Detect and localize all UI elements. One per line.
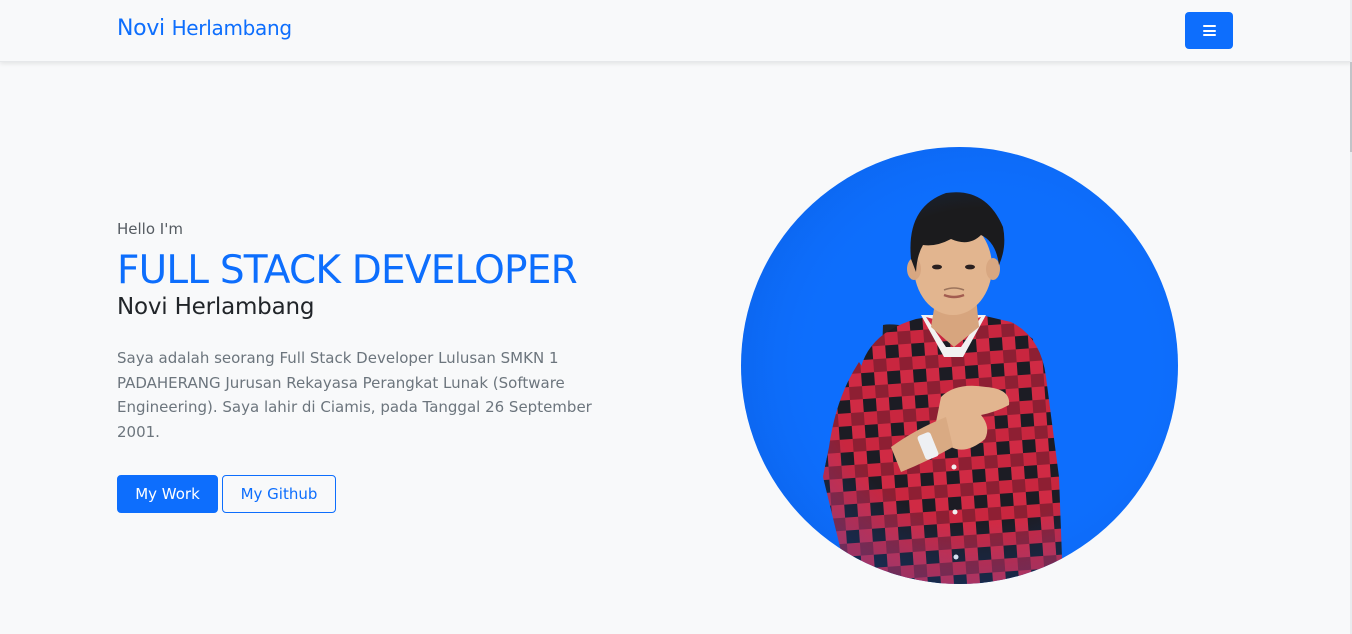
- navbar: Novi Herlambang: [0, 0, 1352, 62]
- my-work-button[interactable]: My Work: [117, 475, 218, 513]
- hero-greeting: Hello I'm: [117, 220, 183, 238]
- hero-name: Novi Herlambang: [117, 294, 315, 320]
- brand-last-name: Herlambang: [171, 16, 292, 40]
- navbar-toggle-button[interactable]: [1185, 12, 1233, 49]
- hamburger-menu-icon: [1202, 25, 1216, 36]
- brand-first-name: Novi: [117, 16, 165, 41]
- my-github-button[interactable]: My Github: [222, 475, 336, 513]
- hero-role-title: FULL STACK DEVELOPER: [117, 248, 578, 293]
- brand-link[interactable]: Novi Herlambang: [117, 16, 292, 41]
- profile-photo: [741, 147, 1178, 584]
- hero-bio: Saya adalah seorang Full Stack Developer…: [117, 349, 592, 441]
